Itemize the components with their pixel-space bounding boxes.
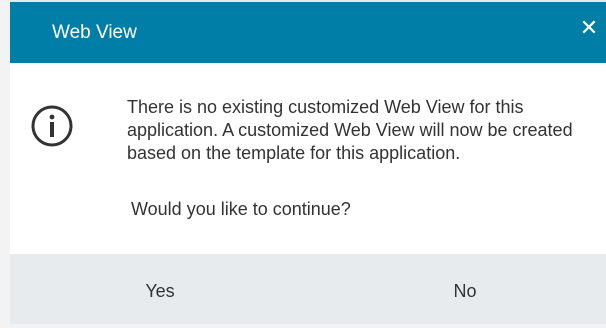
dialog-footer: Yes No <box>10 254 606 324</box>
dialog-question: Would you like to continue? <box>131 199 351 219</box>
yes-button[interactable]: Yes <box>110 254 210 324</box>
dialog-title: Web View <box>52 22 137 43</box>
dialog-body: There is no existing customized Web View… <box>10 63 606 254</box>
close-icon[interactable]: ✕ <box>578 17 600 39</box>
dialog-titlebar: Web View ✕ <box>10 0 606 63</box>
web-view-dialog: Web View ✕ There is no existing customiz… <box>10 0 606 324</box>
dialog-message: There is no existing customized Web View… <box>127 97 573 163</box>
no-button[interactable]: No <box>415 254 515 324</box>
info-icon <box>31 105 73 147</box>
